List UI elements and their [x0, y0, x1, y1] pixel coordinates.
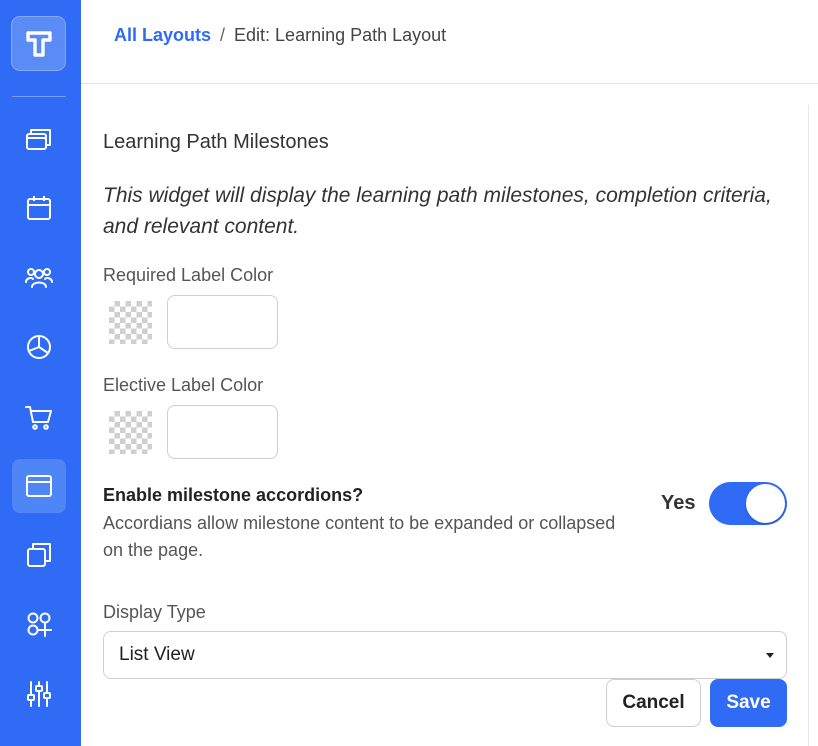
sidebar-item-apps[interactable]	[12, 597, 66, 651]
widget-description: This widget will display the learning pa…	[103, 184, 772, 238]
pie-chart-icon	[27, 335, 51, 359]
elective-label-color-label: Elective Label Color	[103, 375, 264, 395]
cart-icon	[25, 406, 52, 430]
sidebar	[0, 0, 81, 746]
sidebar-item-windows[interactable]	[12, 112, 66, 166]
breadcrumb-current: Edit: Learning Path Layout	[234, 25, 447, 45]
sidebar-item-calendar[interactable]	[12, 181, 66, 235]
display-type-value: List View	[119, 644, 195, 665]
elective-color-swatch[interactable]	[109, 411, 152, 454]
users-icon	[25, 268, 53, 288]
required-color-swatch[interactable]	[109, 301, 152, 344]
accordion-toggle-title: Enable milestone accordions?	[103, 485, 364, 505]
accordion-toggle-description: Accordians allow milestone content to be…	[103, 513, 616, 560]
breadcrumb: All Layouts / Edit: Learning Path Layout	[114, 25, 446, 46]
layout-icon	[26, 475, 52, 497]
save-button[interactable]: Save	[710, 679, 787, 727]
app-logo[interactable]	[11, 16, 66, 71]
display-type-label: Display Type	[103, 602, 206, 622]
sidebar-item-cart[interactable]	[12, 390, 66, 444]
calendar-icon	[27, 196, 51, 220]
windows-icon	[26, 129, 51, 150]
sidebar-divider	[12, 96, 66, 97]
top-bar: All Layouts / Edit: Learning Path Layout	[81, 0, 818, 84]
copy-icon	[27, 543, 51, 567]
sidebar-item-copy[interactable]	[12, 528, 66, 582]
display-type-select[interactable]: List View	[103, 631, 787, 679]
accordion-toggle-switch[interactable]	[709, 482, 787, 525]
required-color-input[interactable]	[167, 295, 278, 349]
elective-color-input[interactable]	[167, 405, 278, 459]
caret-down-icon	[766, 653, 774, 658]
accordion-toggle-state: Yes	[661, 492, 696, 514]
sidebar-item-settings[interactable]	[12, 667, 66, 721]
sidebar-item-layouts[interactable]	[12, 459, 66, 513]
sliders-icon	[27, 681, 51, 707]
breadcrumb-separator: /	[220, 25, 226, 45]
required-label-color-label: Required Label Color	[103, 265, 274, 285]
breadcrumb-all-layouts-link[interactable]: All Layouts	[114, 25, 211, 45]
sidebar-item-users[interactable]	[12, 250, 66, 304]
sidebar-item-reports[interactable]	[12, 320, 66, 374]
cancel-button[interactable]: Cancel	[606, 679, 701, 727]
widget-title: Learning Path Milestones	[103, 131, 329, 153]
apps-add-icon	[27, 612, 52, 637]
toggle-knob	[746, 484, 785, 523]
logo-icon	[25, 30, 52, 57]
